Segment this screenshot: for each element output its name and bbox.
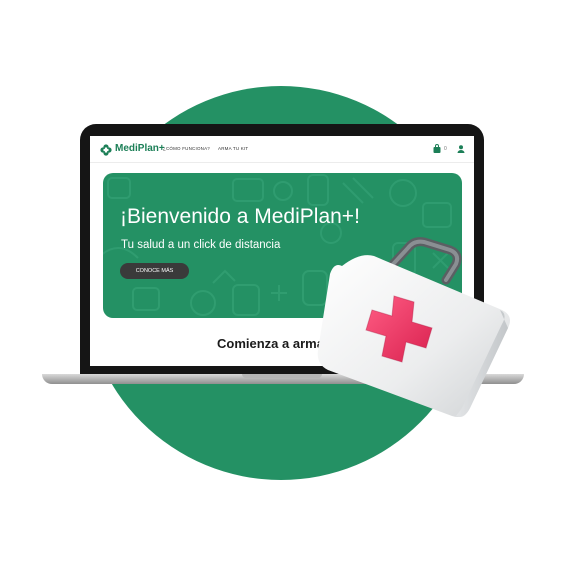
cart-count: 0 xyxy=(444,146,447,152)
user-icon[interactable] xyxy=(456,144,466,154)
medical-cross-logo-icon[interactable] xyxy=(100,144,112,156)
laptop-base-notch xyxy=(242,374,322,378)
brand-logo-text[interactable]: MediPlan+ xyxy=(115,143,165,154)
nav-link-arma-tu-kit[interactable]: ARMA TU KIT xyxy=(218,146,248,151)
cart-icon[interactable] xyxy=(432,144,442,154)
conoce-mas-button[interactable]: CONOCE MÁS xyxy=(120,263,189,279)
hero-subtitle: Tu salud a un click de distancia xyxy=(121,239,281,251)
nav-link-como-funciona[interactable]: ¿CÓMO FUNCIONA? xyxy=(163,146,210,151)
hero-title: ¡Bienvenido a MediPlan+! xyxy=(120,205,360,228)
first-aid-kit-icon xyxy=(317,237,510,417)
navbar: MediPlan+ ¿CÓMO FUNCIONA? ARMA TU KIT 0 xyxy=(90,136,474,163)
